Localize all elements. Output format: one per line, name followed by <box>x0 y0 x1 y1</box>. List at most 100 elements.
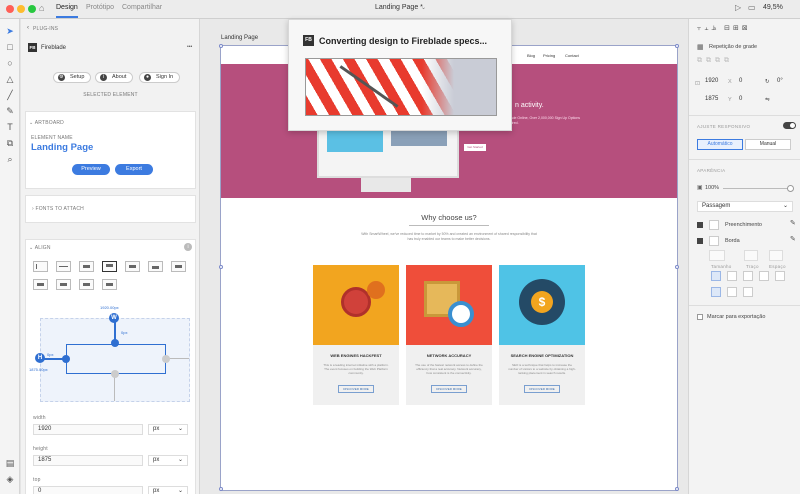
distribute-icon[interactable] <box>171 261 186 272</box>
height-constraint-badge[interactable]: H <box>35 353 45 363</box>
join-round-icon[interactable] <box>727 287 737 297</box>
tab-prototype[interactable]: Protótipo <box>86 4 114 11</box>
align-vcenter-icon[interactable] <box>125 261 140 272</box>
align-toolbar[interactable]: ⫟⫠⫡ ⊟⊞⊠ <box>697 24 751 33</box>
setup-button[interactable]: ⚙ Setup <box>53 72 92 83</box>
zoom-tool-icon[interactable]: ⌕ <box>4 153 16 165</box>
nav-blog[interactable]: Blog <box>527 53 535 58</box>
pen-tool-icon[interactable]: ✎ <box>4 105 16 117</box>
height-field[interactable]: 1875 <box>33 455 143 466</box>
opacity-slider[interactable] <box>723 188 789 189</box>
info-icon[interactable]: i <box>184 243 192 251</box>
selection-handle[interactable] <box>675 265 679 269</box>
export-checkbox[interactable] <box>697 314 703 320</box>
top-unit-select[interactable]: px ⌄ <box>148 486 188 494</box>
cap-icon[interactable] <box>759 271 769 281</box>
border-size-field[interactable] <box>709 250 725 261</box>
align-right-icon[interactable] <box>79 261 94 272</box>
more-icon[interactable]: ••• <box>187 44 192 50</box>
align-hcenter-icon[interactable] <box>56 261 71 272</box>
chevron-down-icon[interactable]: ⌄ <box>421 4 426 11</box>
width-constraint-badge[interactable]: W <box>109 313 119 323</box>
polygon-tool-icon[interactable]: △ <box>4 73 16 85</box>
align-bottom-icon[interactable] <box>148 261 163 272</box>
rotation-field[interactable]: 0° <box>773 77 795 88</box>
pin-bottom-handle[interactable] <box>111 370 119 378</box>
pin-top-handle[interactable] <box>111 339 119 347</box>
stroke-outer-icon[interactable] <box>743 271 753 281</box>
minimize-window-button[interactable] <box>17 5 25 13</box>
height-unit-select[interactable]: px ⌄ <box>148 455 188 466</box>
discover-more-button[interactable]: DISCOVER MORE <box>431 385 467 393</box>
lock-aspect-icon[interactable]: ⊡ <box>695 80 700 87</box>
assets-icon[interactable]: ▤ <box>4 457 16 469</box>
export-button[interactable]: Export <box>115 164 153 175</box>
document-title[interactable]: Landing Page * <box>375 4 423 11</box>
fill-checkbox[interactable] <box>697 222 703 228</box>
align-stretch-v-icon[interactable] <box>56 279 71 290</box>
join-icon[interactable] <box>775 271 785 281</box>
width-field[interactable]: 1920 <box>33 424 143 435</box>
line-tool-icon[interactable]: ╱ <box>4 89 16 101</box>
top-field[interactable]: 0 <box>33 486 143 494</box>
eyedropper-icon[interactable]: ✎ <box>790 219 796 227</box>
border-swatch[interactable] <box>709 236 719 246</box>
align-stretch-h-icon[interactable] <box>33 279 48 290</box>
zoom-level[interactable]: 49,5% <box>763 4 783 11</box>
about-button[interactable]: i About <box>95 72 134 83</box>
selection-handle[interactable] <box>219 44 223 48</box>
align-fit-icon[interactable] <box>102 279 117 290</box>
pin-left-handle[interactable] <box>62 355 70 363</box>
join-miter-icon[interactable] <box>711 287 721 297</box>
signin-button[interactable]: ● Sign In <box>139 72 181 83</box>
stroke-center-icon[interactable] <box>727 271 737 281</box>
stroke-inner-icon[interactable] <box>711 271 721 281</box>
text-tool-icon[interactable]: T <box>4 121 16 133</box>
width-unit-select[interactable]: px ⌄ <box>148 424 188 435</box>
selection-handle[interactable] <box>219 265 223 269</box>
manual-responsive-button[interactable]: Manual <box>745 139 791 150</box>
pin-right-handle[interactable] <box>162 355 170 363</box>
discover-more-button[interactable]: DISCOVER MORE <box>338 385 374 393</box>
width-field[interactable]: 1920 <box>701 77 727 88</box>
hero-cta-button[interactable]: Get Started <box>464 144 486 151</box>
layers-icon[interactable]: ◈ <box>4 473 16 485</box>
select-tool-icon[interactable]: ➤ <box>4 25 16 37</box>
artboard-tool-icon[interactable]: ⧉ <box>4 137 16 149</box>
height-field[interactable]: 1875 <box>701 95 727 106</box>
tab-design[interactable]: Design <box>56 4 78 11</box>
x-field[interactable]: 0 <box>735 77 761 88</box>
border-checkbox[interactable] <box>697 238 703 244</box>
responsive-toggle[interactable] <box>783 122 796 129</box>
tab-share[interactable]: Compartilhar <box>122 4 162 11</box>
y-field[interactable]: 0 <box>735 95 761 106</box>
fonts-card[interactable]: › FONTS TO ATTACH <box>25 195 196 223</box>
back-chevron-icon[interactable]: ‹ <box>27 25 29 31</box>
zoom-window-button[interactable] <box>28 5 36 13</box>
discover-more-button[interactable]: DISCOVER MORE <box>524 385 560 393</box>
dash-field[interactable] <box>744 250 758 261</box>
repeat-grid-label[interactable]: Repetição de grade <box>709 44 757 50</box>
align-left-icon[interactable] <box>33 261 48 272</box>
align-fill-icon[interactable] <box>79 279 94 290</box>
join-bevel-icon[interactable] <box>743 287 753 297</box>
selection-handle[interactable] <box>219 487 223 491</box>
blend-mode-select[interactable]: Passagem ⌄ <box>697 201 793 212</box>
align-top-icon[interactable] <box>102 261 117 272</box>
preview-button[interactable]: Preview <box>72 164 110 175</box>
rectangle-tool-icon[interactable]: □ <box>4 41 16 53</box>
nav-contact[interactable]: Contact <box>565 53 579 58</box>
close-window-button[interactable] <box>6 5 14 13</box>
gap-field[interactable] <box>769 250 783 261</box>
repeat-grid-icon[interactable]: ▦ <box>697 43 704 51</box>
auto-responsive-button[interactable]: Automático <box>697 139 743 150</box>
fill-swatch[interactable] <box>709 220 719 230</box>
flip-icon[interactable]: ⇋ <box>765 97 770 103</box>
preview-play-icon[interactable]: ▷ <box>735 3 741 12</box>
opacity-value[interactable]: 100% <box>705 185 719 191</box>
opacity-slider-thumb[interactable] <box>787 185 794 192</box>
selection-handle[interactable] <box>675 487 679 491</box>
device-icon[interactable]: ▭ <box>748 3 756 12</box>
artboard-label[interactable]: Landing Page <box>221 35 258 41</box>
selection-handle[interactable] <box>675 44 679 48</box>
